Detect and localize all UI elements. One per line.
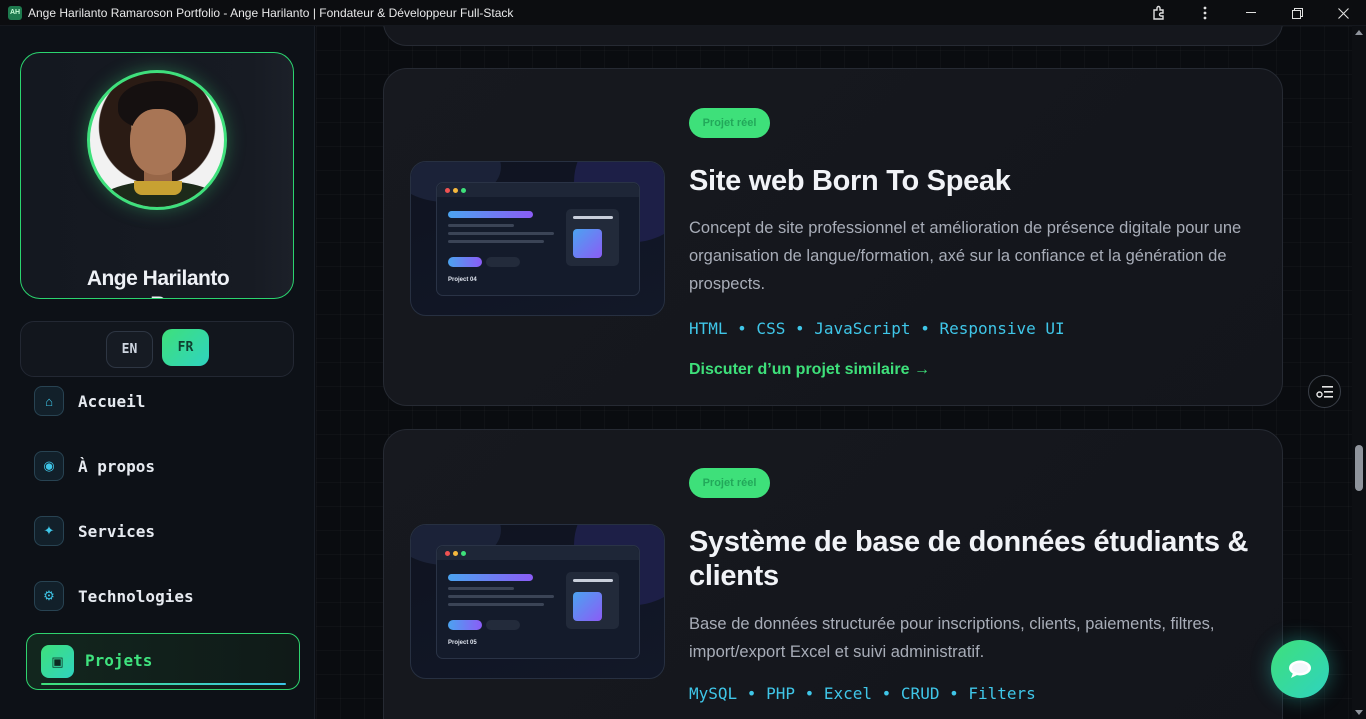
- restore-button[interactable]: [1274, 0, 1320, 26]
- profile-name-continued: R: [21, 293, 293, 298]
- nav-label: Services: [78, 521, 156, 541]
- extensions-icon[interactable]: [1136, 0, 1182, 26]
- nav-item-services[interactable]: ✦ Services: [34, 513, 294, 549]
- nav-label: Projets: [85, 651, 153, 670]
- avatar: [87, 70, 227, 210]
- thumbnail-caption: Project 05: [448, 640, 477, 646]
- language-en-button[interactable]: EN: [106, 331, 153, 368]
- language-switcher: EN FR: [20, 321, 294, 377]
- filter-list-icon[interactable]: [1308, 375, 1341, 408]
- nav-label: Accueil: [78, 391, 146, 411]
- scrollbar[interactable]: [1352, 26, 1366, 719]
- home-icon: ⌂: [34, 386, 64, 416]
- user-circle-icon: ◉: [34, 451, 64, 481]
- gear-icon: ⚙: [34, 581, 64, 611]
- sidebar: Ange Harilanto R EN FR ⌂ Accueil ◉ À pro…: [0, 26, 315, 719]
- status-badge: Projet réel: [689, 108, 770, 138]
- chat-button[interactable]: [1271, 640, 1329, 698]
- window-titlebar: AH Ange Harilanto Ramaroson Portfolio - …: [0, 0, 1366, 26]
- project-icon: ▣: [41, 645, 74, 678]
- nav-item-projets[interactable]: ▣ Projets: [26, 633, 300, 690]
- profile-card: Ange Harilanto R: [20, 52, 294, 299]
- project-tech-stack: MySQL • PHP • Excel • CRUD • Filters: [689, 684, 1036, 703]
- project-thumbnail: Project 05: [410, 524, 665, 679]
- language-fr-button[interactable]: FR: [162, 329, 209, 366]
- project-title: Site web Born To Speak: [689, 165, 1011, 197]
- project-title: Système de base de données étudiants & c…: [689, 526, 1249, 592]
- scroll-down-icon[interactable]: [1355, 710, 1363, 715]
- app-icon: AH: [8, 5, 22, 20]
- chat-bubble-icon: [1289, 660, 1311, 678]
- more-options-icon[interactable]: [1182, 0, 1228, 26]
- discuss-project-link[interactable]: Discuter d’un projet similaire →: [689, 361, 930, 379]
- thumbnail-caption: Project 04: [448, 277, 477, 283]
- main-content: Project 04 Projet réel Site web Born To …: [316, 26, 1352, 719]
- status-badge: Projet réel: [689, 468, 770, 498]
- project-description: Base de données structurée pour inscript…: [689, 615, 1215, 661]
- window-title: Ange Harilanto Ramaroson Portfolio - Ang…: [28, 5, 514, 20]
- project-card: Project 05 Projet réel Système de base d…: [383, 429, 1283, 719]
- scrollbar-thumb[interactable]: [1355, 445, 1363, 491]
- project-description: Concept de site professionnel et amélior…: [689, 219, 1242, 293]
- close-button[interactable]: [1320, 0, 1366, 26]
- nav-item-accueil[interactable]: ⌂ Accueil: [34, 383, 294, 419]
- project-card: Project 04 Projet réel Site web Born To …: [383, 68, 1283, 406]
- sparkle-icon: ✦: [34, 516, 64, 546]
- nav-item-technologies[interactable]: ⚙ Technologies: [34, 578, 294, 614]
- nav-item-a-propos[interactable]: ◉ À propos: [34, 448, 294, 484]
- scroll-up-icon[interactable]: [1355, 30, 1363, 35]
- nav-label: Technologies: [78, 586, 194, 606]
- project-tech-stack: HTML • CSS • JavaScript • Responsive UI: [689, 319, 1065, 338]
- project-thumbnail: Project 04: [410, 161, 665, 316]
- profile-name: Ange Harilanto: [86, 267, 230, 290]
- minimize-button[interactable]: [1228, 0, 1274, 26]
- previous-project-card: [383, 26, 1283, 46]
- nav-label: À propos: [78, 456, 156, 476]
- active-indicator: [41, 683, 286, 685]
